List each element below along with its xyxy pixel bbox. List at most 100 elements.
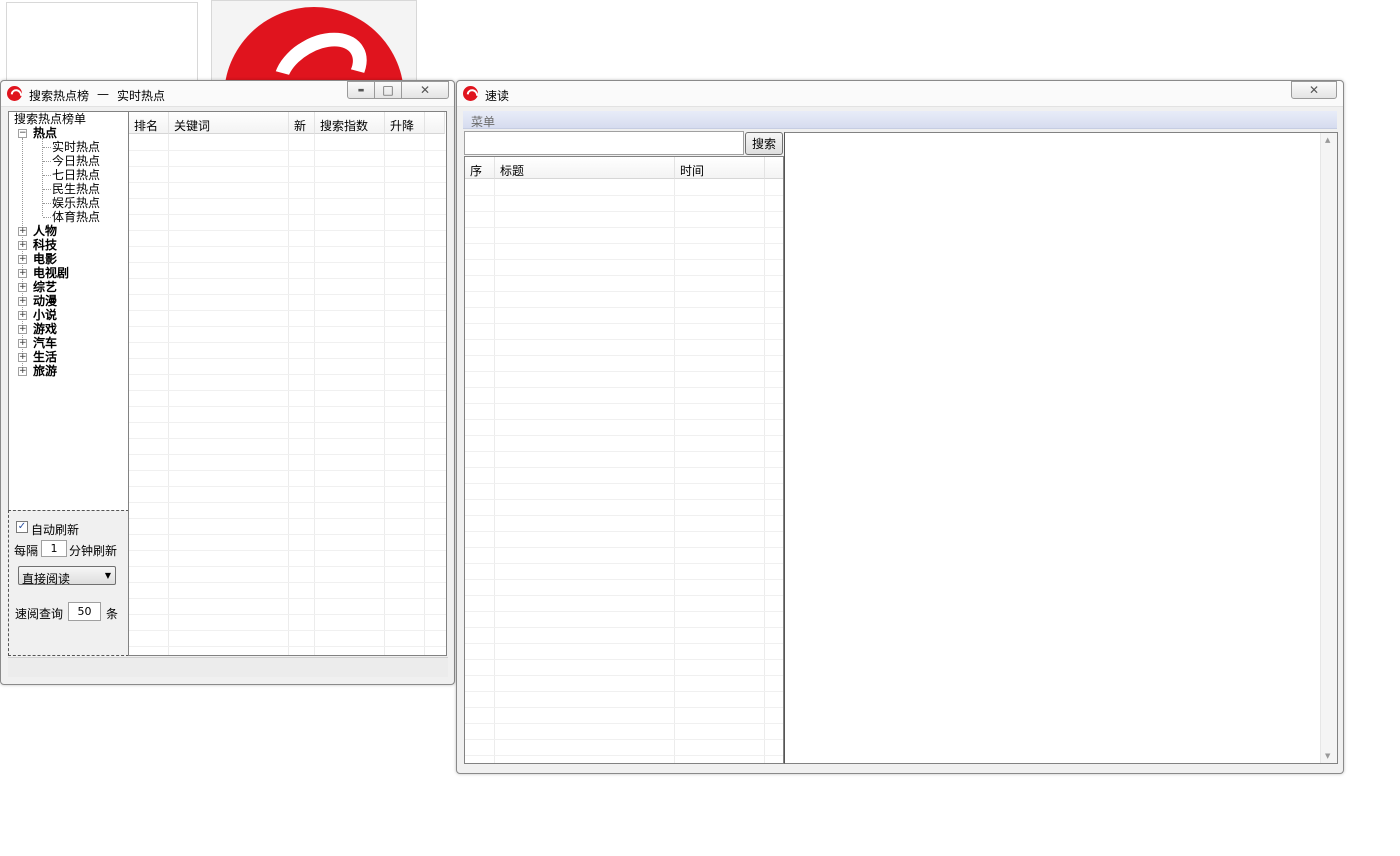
row-separator [129, 150, 446, 151]
row-separator [465, 531, 783, 532]
app-logo-icon [463, 86, 478, 101]
brand-logo-large [224, 7, 404, 81]
tree-item-category[interactable]: 科技 [33, 238, 57, 252]
column-divider [168, 134, 169, 655]
row-separator [465, 227, 783, 228]
expand-icon[interactable]: + [18, 269, 27, 278]
search-input[interactable] [464, 131, 744, 155]
tree-item-category[interactable]: 旅游 [33, 364, 57, 378]
row-separator [465, 723, 783, 724]
maximize-button[interactable]: □ [374, 81, 402, 99]
tree-line [43, 147, 51, 148]
row-separator [465, 611, 783, 612]
row-separator [129, 518, 446, 519]
tree-item-category[interactable]: 电视剧 [33, 266, 69, 280]
title-separator: — [97, 87, 109, 101]
tree-subitem[interactable]: 体育热点 [52, 210, 100, 224]
row-separator [465, 659, 783, 660]
tree-subitem[interactable]: 今日热点 [52, 154, 100, 168]
expand-icon[interactable]: + [18, 297, 27, 306]
row-separator [129, 566, 446, 567]
background-tile [211, 0, 417, 82]
column-header[interactable]: 标题 [495, 157, 675, 179]
tree-item-category[interactable]: 汽车 [33, 336, 57, 350]
search-button[interactable]: 搜索 [745, 132, 783, 155]
collapse-icon[interactable]: − [18, 129, 27, 138]
query-count-input[interactable]: 50 [68, 602, 101, 621]
expand-icon[interactable]: + [18, 353, 27, 362]
column-header-filler [425, 112, 445, 134]
column-header[interactable]: 搜索指数 [315, 112, 385, 134]
title-bar[interactable]: 速读 ✕ [457, 81, 1343, 107]
expand-icon[interactable]: + [18, 283, 27, 292]
tree-line [43, 189, 51, 190]
row-separator [129, 630, 446, 631]
row-separator [465, 515, 783, 516]
menu-bar[interactable]: 菜单 [463, 111, 1337, 129]
expand-icon[interactable]: + [18, 325, 27, 334]
column-header[interactable]: 时间 [675, 157, 765, 179]
tree-item-category[interactable]: 生活 [33, 350, 57, 364]
expand-icon[interactable]: + [18, 311, 27, 320]
tree-item-hot[interactable]: 热点 [33, 126, 57, 140]
tree-subitem[interactable]: 民生热点 [52, 182, 100, 196]
close-button[interactable]: ✕ [1291, 81, 1337, 99]
column-header[interactable]: 关键词 [169, 112, 289, 134]
column-header[interactable]: 新 [289, 112, 315, 134]
expand-icon[interactable]: + [18, 241, 27, 250]
row-separator [129, 374, 446, 375]
tree-item-category[interactable]: 人物 [33, 224, 57, 238]
close-icon: ✕ [1308, 83, 1320, 97]
tree-line [43, 161, 51, 162]
vertical-scrollbar[interactable]: ▲ ▼ [1320, 133, 1337, 763]
chevron-down-icon: ▼ [104, 571, 111, 580]
column-header[interactable]: 排名 [129, 112, 169, 134]
row-separator [465, 419, 783, 420]
scroll-up-icon[interactable]: ▲ [1325, 136, 1330, 144]
speed-read-window: 速读 ✕ 菜单 搜索 序标题 时间 ▲ ▼ [456, 80, 1344, 774]
tree-subitem[interactable]: 娱乐热点 [52, 196, 100, 210]
column-header[interactable]: 升降 [385, 112, 425, 134]
tree-root[interactable]: 搜索热点榜单 [14, 112, 86, 126]
tree-subitem[interactable]: 实时热点 [52, 140, 100, 154]
row-separator [129, 214, 446, 215]
interval-prefix: 每隔 [14, 544, 39, 558]
column-header[interactable]: 序 [465, 157, 495, 179]
hot-search-window: 搜索热点榜 — 实时热点 ▬ □ ✕ 搜索热点榜单 − 热点 实时热点 今日热点七… [0, 80, 455, 685]
article-list-table: 序标题 时间 [464, 156, 784, 764]
row-separator [129, 358, 446, 359]
tree-item-category[interactable]: 动漫 [33, 294, 57, 308]
mode-select[interactable]: 直接阅读 ▼ [18, 566, 116, 586]
column-divider [314, 134, 315, 655]
minimize-button[interactable]: ▬ [347, 81, 375, 99]
minimize-icon: ▬ [357, 86, 365, 94]
menu-item-menu[interactable]: 菜单 [471, 113, 495, 130]
hot-list-table: 排名 关键词新搜索指数 升降 [128, 111, 447, 656]
column-divider [764, 179, 765, 763]
row-separator [129, 598, 446, 599]
expand-icon[interactable]: + [18, 255, 27, 264]
title-bar[interactable]: 搜索热点榜 — 实时热点 ▬ □ ✕ [1, 81, 454, 107]
auto-refresh-checkbox[interactable]: ✓ [16, 521, 28, 533]
expand-icon[interactable]: + [18, 367, 27, 376]
expand-icon[interactable]: + [18, 339, 27, 348]
tree-item-category[interactable]: 游戏 [33, 322, 57, 336]
row-separator [129, 294, 446, 295]
tree-item-category[interactable]: 电影 [33, 252, 57, 266]
close-button[interactable]: ✕ [401, 81, 449, 99]
scroll-down-icon[interactable]: ▼ [1325, 752, 1330, 760]
tree-subitem[interactable]: 七日热点 [52, 168, 100, 182]
tree-item-category[interactable]: 综艺 [33, 280, 57, 294]
category-tree: 搜索热点榜单 − 热点 实时热点 今日热点 七日热点 民生热点 娱乐热点 体育热点 + 人物… [8, 111, 129, 511]
tree-line [43, 175, 51, 176]
row-separator [465, 627, 783, 628]
column-divider [288, 134, 289, 655]
column-divider [384, 134, 385, 655]
row-separator [129, 166, 446, 167]
row-separator [465, 579, 783, 580]
expand-icon[interactable]: + [18, 227, 27, 236]
tree-item-category[interactable]: 小说 [33, 308, 57, 322]
interval-input[interactable]: 1 [41, 540, 67, 557]
tree-line [42, 138, 43, 216]
row-separator [465, 339, 783, 340]
